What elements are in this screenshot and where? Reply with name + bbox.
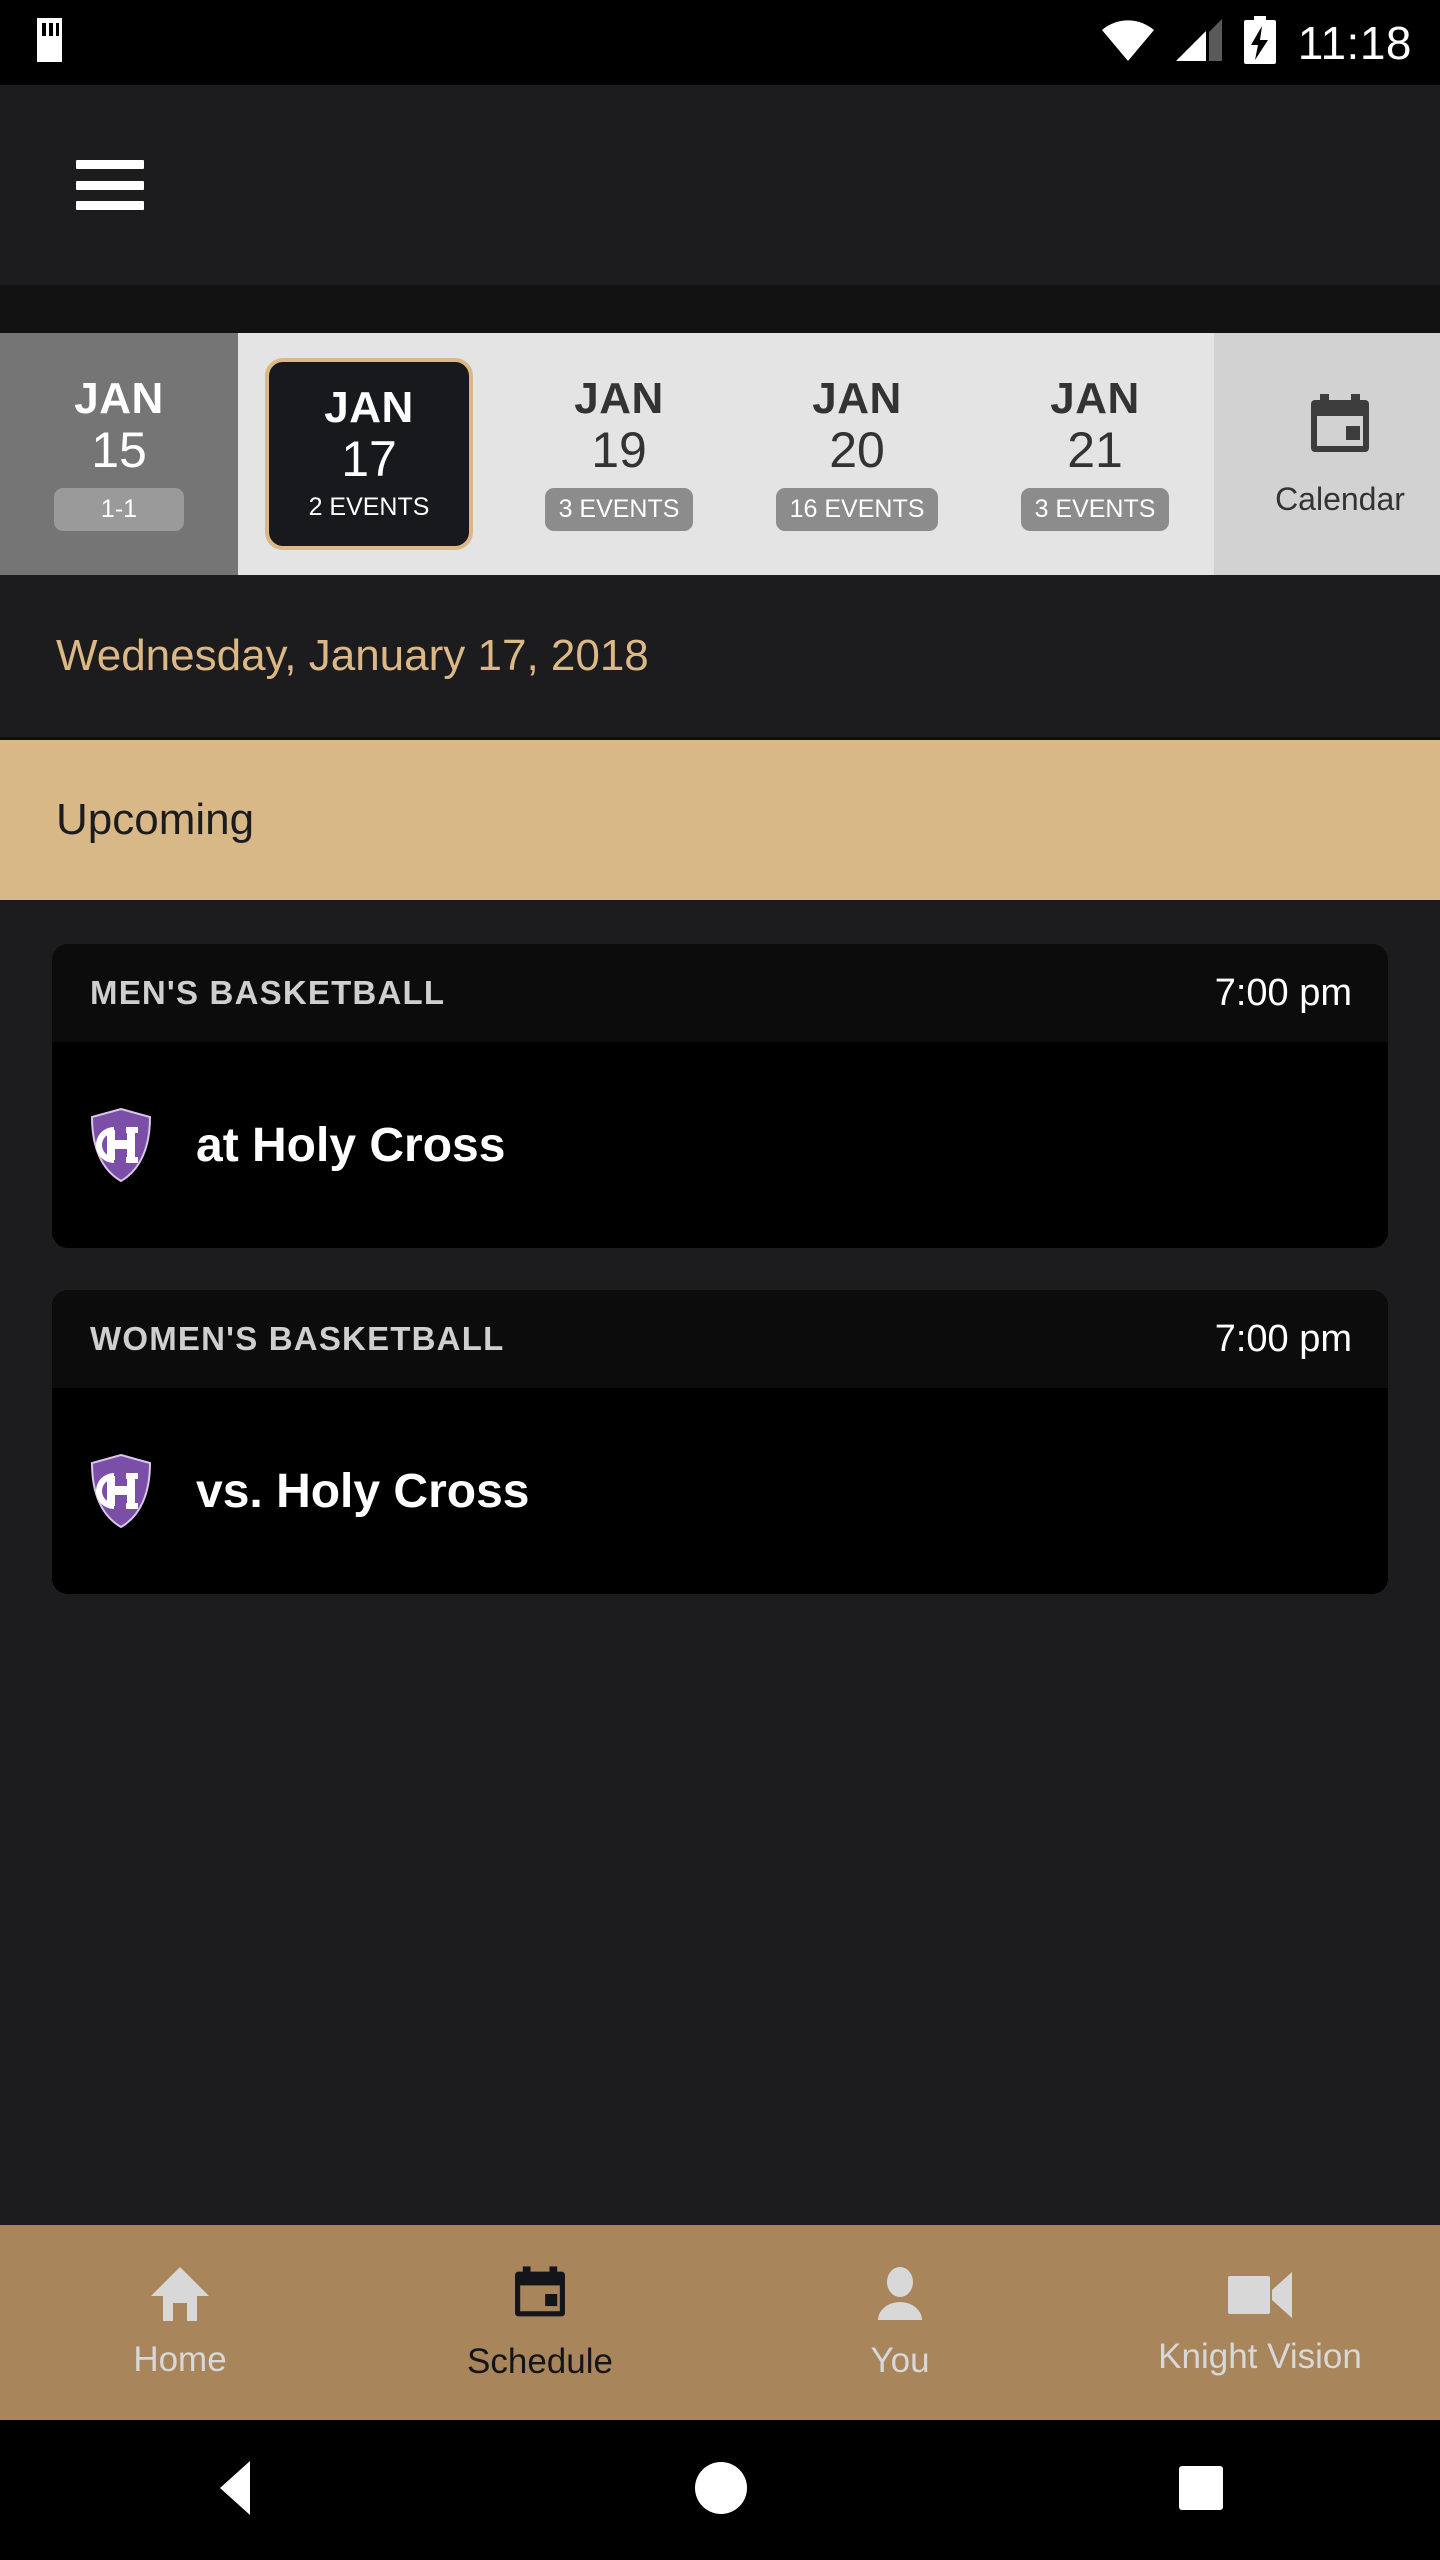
holy-cross-shield-logo (90, 1107, 152, 1183)
date-tab-badge: 1-1 (54, 487, 184, 531)
back-triangle-icon[interactable] (214, 2459, 266, 2522)
wifi-icon (1101, 19, 1154, 66)
status-bar-clock: 11:18 (1297, 16, 1412, 69)
upcoming-section-header: Upcoming (0, 740, 1440, 900)
recents-square-icon[interactable] (1176, 2463, 1226, 2518)
date-tab-month: JAN (1050, 374, 1140, 424)
hamburger-bar-1 (76, 160, 144, 169)
status-bar: 11:18 (0, 0, 1440, 85)
calendar-icon (1304, 390, 1376, 467)
upcoming-label: Upcoming (56, 795, 255, 844)
date-tab-badge: 2 EVENTS (308, 492, 430, 521)
date-tab-month: JAN (74, 374, 164, 424)
battery-charging-icon (1243, 16, 1276, 69)
app-header (0, 85, 1440, 285)
date-tab-badge: 16 EVENTS (775, 487, 939, 531)
event-sport-label: WOMEN'S BASKETBALL (90, 1320, 505, 1357)
date-tab-badge: 3 EVENTS (1020, 487, 1170, 531)
nav-item-home[interactable]: Home (0, 2225, 360, 2420)
date-tab-month: JAN (324, 383, 414, 433)
date-tab-day: 17 (341, 430, 397, 487)
date-tab-day: 15 (91, 421, 147, 478)
app-screen: 11:18 JAN 15 1-1 JAN 17 2 EVENTS JAN 19 (0, 0, 1440, 2560)
hamburger-bar-2 (76, 180, 144, 190)
home-icon (149, 2265, 211, 2328)
header-divider (0, 285, 1440, 333)
nav-label-knight-vision: Knight Vision (1158, 2337, 1362, 2376)
status-bar-right-icons: 11:18 (1101, 16, 1412, 70)
calendar-tab-label: Calendar (1275, 481, 1405, 517)
event-card-header: WOMEN'S BASKETBALL 7:00 pm (52, 1290, 1388, 1388)
date-tab-jan-20[interactable]: JAN 20 16 EVENTS (738, 333, 976, 575)
sd-card-icon (28, 18, 62, 67)
event-opponent-label: at Holy Cross (196, 1118, 506, 1172)
date-tab-badge: 3 EVENTS (544, 487, 694, 531)
nav-label-home: Home (133, 2340, 227, 2379)
event-card-womens-basketball[interactable]: WOMEN'S BASKETBALL 7:00 pm vs. Holy Cros… (52, 1290, 1388, 1594)
date-tab-jan-15[interactable]: JAN 15 1-1 (0, 333, 238, 575)
nav-item-schedule[interactable]: Schedule (360, 2225, 720, 2420)
status-bar-left-icons (28, 18, 62, 67)
selected-date-heading: Wednesday, January 17, 2018 (0, 575, 1440, 740)
hamburger-menu-icon[interactable] (76, 160, 144, 210)
video-camera-icon (1226, 2268, 1294, 2325)
event-time-label: 7:00 pm (1214, 1317, 1352, 1360)
event-sport-label: MEN'S BASKETBALL (90, 974, 446, 1011)
date-tab-jan-17[interactable]: JAN 17 2 EVENTS (238, 333, 500, 575)
nav-label-schedule: Schedule (467, 2342, 613, 2381)
android-system-nav (0, 2420, 1440, 2560)
date-tab-jan-21[interactable]: JAN 21 3 EVENTS (976, 333, 1214, 575)
date-tab-strip[interactable]: JAN 15 1-1 JAN 17 2 EVENTS JAN 19 3 EVEN… (0, 333, 1440, 575)
home-circle-icon[interactable] (693, 2460, 749, 2521)
date-tab-jan-19[interactable]: JAN 19 3 EVENTS (500, 333, 738, 575)
bottom-navigation-bar: Home Schedule You Knight Vision (0, 2225, 1440, 2420)
date-tab-month: JAN (812, 374, 902, 424)
holy-cross-shield-logo (90, 1453, 152, 1529)
event-time-label: 7:00 pm (1214, 971, 1352, 1014)
hamburger-bar-3 (76, 201, 144, 210)
date-tab-month: JAN (574, 374, 664, 424)
date-tab-day: 21 (1067, 421, 1123, 478)
nav-item-knight-vision[interactable]: Knight Vision (1080, 2225, 1440, 2420)
event-card-body: vs. Holy Cross (52, 1388, 1388, 1594)
calendar-icon (509, 2263, 571, 2330)
selected-date-text: Wednesday, January 17, 2018 (56, 631, 649, 680)
event-card-header: MEN'S BASKETBALL 7:00 pm (52, 944, 1388, 1042)
events-list: MEN'S BASKETBALL 7:00 pm at Holy Cross W… (0, 900, 1440, 2225)
event-opponent-label: vs. Holy Cross (196, 1464, 530, 1518)
person-icon (870, 2264, 930, 2329)
calendar-tab[interactable]: Calendar (1214, 333, 1440, 575)
nav-label-you: You (870, 2341, 930, 2380)
selected-date-card: JAN 17 2 EVENTS (265, 358, 473, 550)
event-card-mens-basketball[interactable]: MEN'S BASKETBALL 7:00 pm at Holy Cross (52, 944, 1388, 1248)
nav-item-you[interactable]: You (720, 2225, 1080, 2420)
event-card-body: at Holy Cross (52, 1042, 1388, 1248)
date-tab-day: 19 (591, 421, 647, 478)
cellular-signal-icon (1175, 19, 1222, 66)
date-tab-day: 20 (829, 421, 885, 478)
